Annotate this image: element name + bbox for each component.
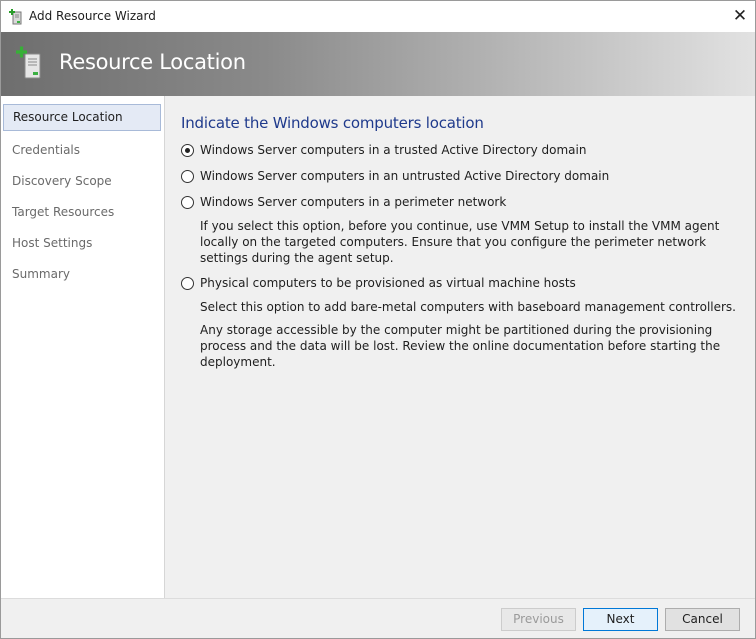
- perimeter-network-description: If you select this option, before you co…: [200, 219, 720, 265]
- option-trusted-domain[interactable]: Windows Server computers in a trusted Ac…: [181, 143, 741, 159]
- nav-item-resource-location[interactable]: Resource Location: [3, 104, 161, 131]
- main-content: Indicate the Windows computers location …: [165, 96, 755, 598]
- header-banner: Resource Location: [1, 32, 755, 96]
- nav-item-discovery-scope[interactable]: Discovery Scope: [3, 168, 161, 195]
- option-label[interactable]: Physical computers to be provisioned as …: [200, 276, 576, 290]
- nav-item-credentials[interactable]: Credentials: [3, 137, 161, 164]
- title-bar: Add Resource Wizard ✕: [1, 1, 755, 32]
- close-button[interactable]: ✕: [725, 1, 755, 32]
- wizard-footer: Previous Next Cancel: [1, 598, 755, 638]
- add-server-icon: [9, 9, 22, 25]
- radio-button[interactable]: [181, 170, 194, 183]
- add-server-icon: [16, 46, 41, 79]
- add-resource-wizard-window: Add Resource Wizard ✕ Resource Location …: [0, 0, 756, 639]
- nav-item-host-settings[interactable]: Host Settings: [3, 230, 161, 257]
- option-label[interactable]: Windows Server computers in a trusted Ac…: [200, 143, 586, 157]
- wizard-steps-nav: Resource Location Credentials Discovery …: [1, 96, 165, 598]
- bare-metal-description: Select this option to add bare-metal com…: [200, 300, 736, 314]
- bare-metal-warning: Any storage accessible by the computer m…: [200, 323, 721, 369]
- radio-button[interactable]: [181, 144, 194, 157]
- previous-button[interactable]: Previous: [501, 608, 576, 631]
- option-untrusted-domain[interactable]: Windows Server computers in an untrusted…: [181, 169, 741, 185]
- nav-item-summary[interactable]: Summary: [3, 261, 161, 288]
- page-title: Resource Location: [59, 50, 246, 74]
- option-label[interactable]: Windows Server computers in an untrusted…: [200, 169, 609, 183]
- next-button[interactable]: Next: [583, 608, 658, 631]
- cancel-button[interactable]: Cancel: [665, 608, 740, 631]
- radio-button[interactable]: [181, 196, 194, 209]
- radio-button[interactable]: [181, 277, 194, 290]
- option-label[interactable]: Windows Server computers in a perimeter …: [200, 195, 506, 209]
- window-title: Add Resource Wizard: [29, 9, 156, 23]
- option-bare-metal-hosts[interactable]: Physical computers to be provisioned as …: [181, 276, 741, 292]
- nav-item-target-resources[interactable]: Target Resources: [3, 199, 161, 226]
- option-perimeter-network[interactable]: Windows Server computers in a perimeter …: [181, 195, 741, 211]
- section-heading: Indicate the Windows computers location: [181, 114, 484, 132]
